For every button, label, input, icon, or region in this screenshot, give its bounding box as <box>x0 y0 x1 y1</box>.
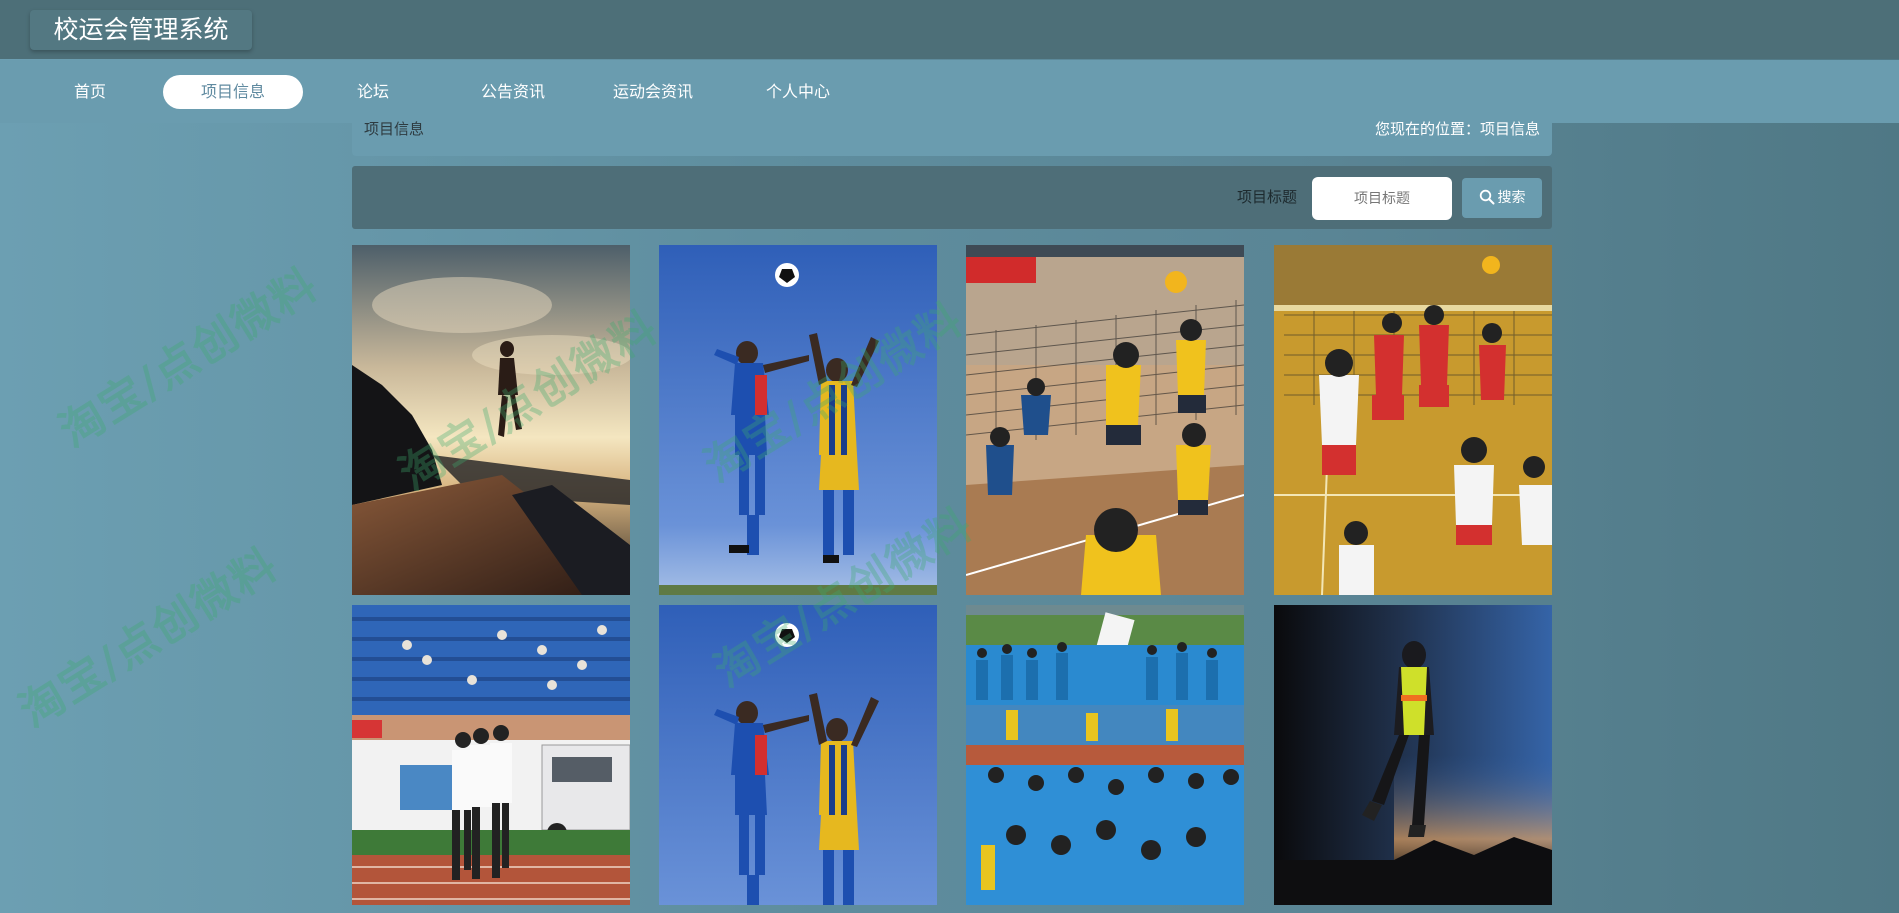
app-title: 校运会管理系统 <box>30 10 252 50</box>
watermark: 淘宝/点创微料 <box>10 538 288 738</box>
top-bar: 校运会管理系统 <box>0 0 1899 59</box>
project-card[interactable] <box>1274 245 1552 595</box>
nav-item-forum[interactable]: 论坛 <box>343 75 403 109</box>
project-image <box>1274 605 1552 905</box>
nav-item-personal-center[interactable]: 个人中心 <box>750 75 846 109</box>
watermark: 淘宝/点创微料 <box>50 258 328 458</box>
nav-item-announcements[interactable]: 公告资讯 <box>470 75 556 109</box>
project-image <box>966 245 1244 595</box>
page-title: 项目信息 <box>364 120 425 138</box>
project-card[interactable] <box>659 605 937 905</box>
main-nav: 首页 项目信息 论坛 公告资讯 运动会资讯 个人中心 <box>0 60 1899 123</box>
search-input[interactable] <box>1312 177 1452 220</box>
project-card[interactable] <box>352 245 630 595</box>
project-card[interactable] <box>966 605 1244 905</box>
search-panel: 项目标题 搜索 <box>352 166 1552 229</box>
project-image <box>659 245 937 595</box>
project-image <box>659 605 937 905</box>
search-button-label: 搜索 <box>1497 190 1526 206</box>
nav-item-sports-news[interactable]: 运动会资讯 <box>603 75 703 109</box>
project-image <box>352 605 630 905</box>
project-card[interactable] <box>352 605 630 905</box>
project-image <box>1274 245 1552 595</box>
project-image <box>352 245 630 595</box>
project-card[interactable] <box>659 245 937 595</box>
project-card[interactable] <box>1274 605 1552 905</box>
nav-item-project-info[interactable]: 项目信息 <box>163 75 303 109</box>
current-location: 您现在的位置：项目信息 <box>1374 120 1540 138</box>
search-button[interactable]: 搜索 <box>1462 178 1542 218</box>
breadcrumb: 项目信息 您现在的位置：项目信息 <box>352 120 1552 156</box>
project-card[interactable] <box>966 245 1244 595</box>
search-icon <box>1479 189 1494 205</box>
search-label: 项目标题 <box>1237 188 1298 206</box>
project-image <box>966 605 1244 905</box>
nav-item-home[interactable]: 首页 <box>60 75 120 109</box>
